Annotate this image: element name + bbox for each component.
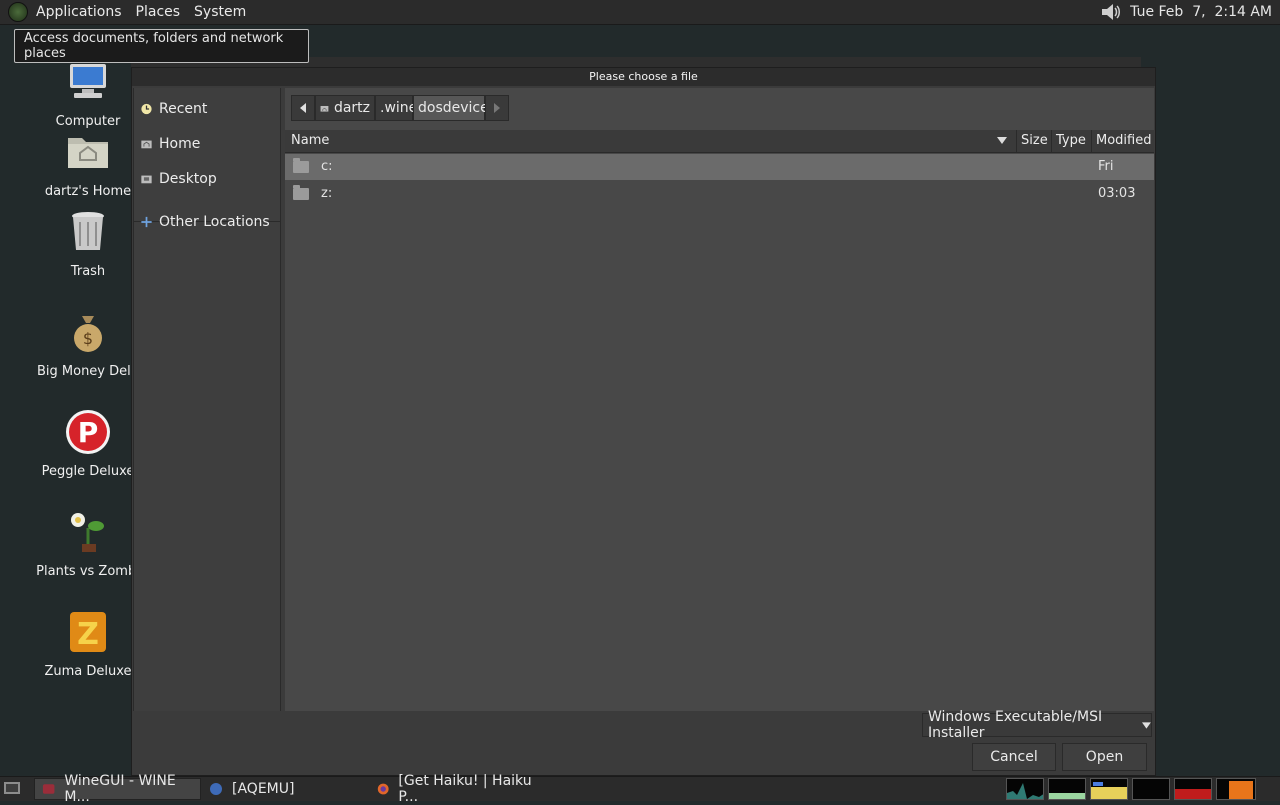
path-segment-dartz[interactable]: dartz (315, 95, 375, 121)
chevron-left-icon (300, 103, 306, 113)
places-sidebar: Recent Home Desktop Other Locations (133, 88, 281, 711)
dialog-title: Please choose a file (132, 68, 1155, 86)
sidebar-item-desktop[interactable]: Desktop (140, 168, 217, 190)
file-chooser-dialog: Please choose a file Recent Home Desktop… (131, 67, 1156, 776)
desktop-icon-label: Trash (70, 264, 106, 279)
wine-icon (42, 784, 55, 794)
column-separator (1016, 130, 1017, 152)
menu-applications[interactable]: Applications (36, 4, 130, 20)
open-button[interactable]: Open (1062, 743, 1147, 771)
column-modified[interactable]: Modified (1096, 133, 1151, 148)
home-icon (141, 140, 152, 149)
desktop-icon-zuma[interactable]: Z Zuma Deluxe (28, 608, 148, 679)
file-list-area: dartz .wine dosdevices Name Size Type Mo… (285, 88, 1154, 711)
path-back-button[interactable] (291, 95, 315, 121)
sort-down-icon[interactable] (997, 137, 1007, 144)
desktop-icon-plants[interactable]: Plants vs Zombi (28, 508, 148, 579)
desktop-folder-icon (141, 175, 152, 184)
home-folder-icon (68, 138, 108, 168)
menu-system[interactable]: System (194, 4, 254, 20)
zuma-icon: Z (70, 612, 106, 652)
sidebar-item-home[interactable]: Home (140, 133, 200, 155)
path-bar: dartz .wine dosdevices (291, 94, 509, 122)
folder-icon (293, 158, 309, 173)
task-label: [AQEMU] (232, 781, 295, 797)
svg-text:$: $ (83, 329, 93, 348)
folder-icon (293, 185, 309, 200)
desktop-icon-big-money[interactable]: $ Big Money Delu (28, 308, 148, 379)
desktop-icon-computer[interactable]: Computer (28, 58, 148, 129)
bottom-taskbar: WineGUI - WINE M... [AQEMU] [Get Haiku! … (0, 773, 1280, 805)
file-name: z: (321, 186, 333, 201)
task-label: [Get Haiku! | Haiku P... (398, 773, 532, 805)
sidebar-item-label: Desktop (159, 171, 217, 187)
peggle-icon: P (66, 410, 110, 454)
desktop-icon-label: Zuma Deluxe (44, 664, 132, 679)
path-segment-dosdevices[interactable]: dosdevices (413, 95, 496, 121)
gnome-foot-icon[interactable] (8, 2, 28, 22)
file-name: c: (321, 159, 333, 174)
column-type[interactable]: Type (1056, 133, 1086, 148)
volume-icon[interactable] (1100, 2, 1122, 22)
file-modified: Fri (1098, 159, 1114, 174)
task-aqemu[interactable]: [AQEMU] (202, 778, 367, 800)
svg-text:Z: Z (77, 617, 99, 652)
load-monitor[interactable] (1174, 778, 1212, 800)
column-header: Name Size Type Modified (285, 130, 1154, 153)
sidebar-item-label: Home (159, 136, 201, 152)
aqemu-icon (210, 783, 222, 795)
cpu-monitor[interactable] (1006, 778, 1044, 800)
table-row[interactable]: c: Fri (285, 154, 1154, 180)
cancel-button[interactable]: Cancel (972, 743, 1056, 771)
chevron-down-icon (1142, 721, 1151, 729)
sidebar-item-other-locations[interactable]: Other Locations (140, 211, 270, 233)
places-tooltip: Access documents, folders and network pl… (14, 29, 309, 63)
desktop-icon-label: dartz's Home (44, 184, 132, 199)
chevron-right-icon (494, 103, 500, 113)
table-row[interactable]: z: 03:03 (285, 181, 1154, 207)
recent-icon (141, 103, 152, 115)
home-icon (320, 105, 329, 112)
desktop-icon-label: Computer (55, 114, 121, 129)
tray: Tue Feb 7, 2:14 AM (1100, 0, 1272, 24)
path-segment-wine[interactable]: .wine (375, 95, 417, 121)
computer-icon (70, 64, 106, 98)
desktop-icon-label: Plants vs Zombi (36, 564, 140, 579)
network-monitor[interactable] (1090, 778, 1128, 800)
trash-icon (72, 212, 104, 250)
sidebar-item-label: Other Locations (159, 214, 270, 230)
task-label: WineGUI - WINE M... (64, 773, 176, 805)
desktop-icon-label: Peggle Deluxe (41, 464, 135, 479)
menu-places[interactable]: Places (136, 4, 189, 20)
task-winegui[interactable]: WineGUI - WINE M... (34, 773, 201, 805)
column-separator (1091, 130, 1092, 152)
top-panel: Applications Places System Tue Feb 7, 2:… (0, 0, 1280, 25)
desktop-icon-trash[interactable]: Trash (28, 208, 148, 279)
column-separator (1051, 130, 1052, 152)
desktop-icon-peggle[interactable]: P Peggle Deluxe (28, 408, 148, 479)
column-size[interactable]: Size (1021, 133, 1048, 148)
firefox-icon (377, 783, 389, 795)
sidebar-item-label: Recent (159, 101, 208, 117)
task-browser[interactable]: [Get Haiku! | Haiku P... (370, 773, 540, 805)
path-forward-button[interactable] (485, 95, 509, 121)
plant-icon (71, 513, 104, 552)
memory-monitor[interactable] (1048, 778, 1086, 800)
show-desktop-icon[interactable] (3, 780, 21, 796)
file-type-filter[interactable]: Windows Executable/MSI Installer (922, 709, 1152, 741)
clock[interactable]: Tue Feb 7, 2:14 AM (1130, 4, 1272, 20)
sidebar-item-recent[interactable]: Recent (140, 98, 207, 120)
desktop-icon-home[interactable]: dartz's Home (28, 128, 148, 199)
plus-icon (141, 216, 152, 228)
path-label: dartz (333, 100, 370, 116)
filter-label: Windows Executable/MSI Installer (928, 709, 1103, 741)
column-name[interactable]: Name (291, 133, 329, 148)
swap-monitor[interactable] (1132, 778, 1170, 800)
disk-monitor[interactable] (1216, 778, 1256, 800)
money-bag-icon: $ (74, 316, 102, 352)
path-label: .wine (380, 100, 418, 116)
svg-text:P: P (78, 416, 99, 449)
desktop-icon-label: Big Money Delu (36, 364, 139, 379)
file-modified: 03:03 (1098, 186, 1136, 201)
